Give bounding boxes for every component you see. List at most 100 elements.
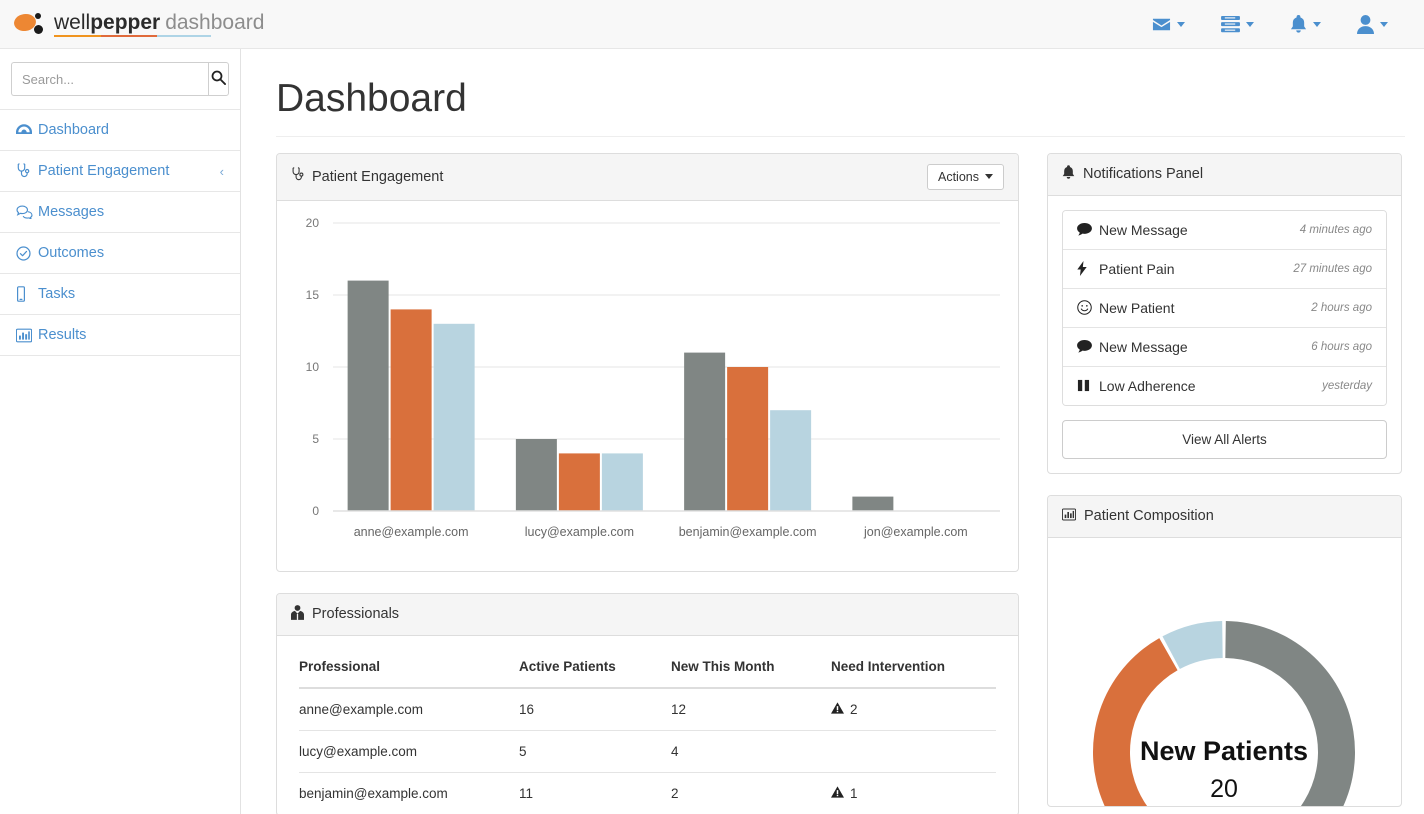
warning-icon	[831, 786, 844, 801]
column-header-active: Active Patients	[519, 645, 671, 689]
y-axis-tick-label: 5	[312, 432, 319, 446]
search-input[interactable]	[11, 62, 208, 96]
panel-header: Professionals	[277, 593, 1018, 636]
professionals-table: Professional Active Patients New This Mo…	[299, 645, 996, 814]
panel-title-text: Patient Composition	[1084, 508, 1214, 525]
warning-count: 1	[850, 785, 858, 801]
professionals-table-body: anne@example.com 16 12 2 lucy@example.com 5 4 b…	[299, 687, 996, 814]
chevron-down-icon	[1177, 21, 1185, 27]
navbar-tasks-menu[interactable]	[1203, 0, 1272, 48]
notification-row[interactable]: New Message 6 hours ago	[1063, 327, 1386, 367]
notification-row[interactable]: Low Adherence yesterday	[1063, 366, 1386, 405]
patient-composition-donut: New Patients 20	[1048, 538, 1401, 806]
donut-center-value: 20	[1210, 775, 1238, 803]
bar[interactable]	[727, 366, 769, 511]
bar[interactable]	[601, 453, 643, 511]
notification-row[interactable]: New Message 4 minutes ago	[1063, 210, 1386, 250]
cell-active-patients: 11	[519, 772, 671, 814]
notification-label: New Message	[1099, 221, 1188, 238]
warning-badge: 1	[831, 786, 858, 801]
bar[interactable]	[515, 438, 557, 511]
brand-pepper: pepper	[90, 10, 161, 34]
sidebar-item-label: Tasks	[38, 286, 76, 302]
sidebar: Dashboard Patient Engagement ‹	[0, 49, 241, 814]
sidebar-item-results[interactable]: Results	[0, 315, 240, 356]
panel-title-text: Patient Engagement	[312, 168, 444, 185]
table-row[interactable]: lucy@example.com 5 4	[299, 730, 996, 773]
bar[interactable]	[347, 280, 389, 511]
cell-need-intervention: 2	[831, 687, 996, 731]
chevron-down-icon	[1380, 21, 1388, 27]
sidebar-item-outcomes[interactable]: Outcomes	[0, 233, 240, 274]
search-button[interactable]	[208, 62, 229, 96]
notification-label: Patient Pain	[1099, 260, 1175, 277]
warning-icon	[831, 702, 844, 717]
y-axis-tick-label: 20	[306, 216, 320, 230]
column-header-new: New This Month	[671, 645, 831, 689]
panel-title: Patient Engagement	[291, 167, 443, 186]
user-icon	[1357, 14, 1374, 34]
panel-title: Notifications Panel	[1062, 165, 1203, 184]
notification-time: 27 minutes ago	[1293, 262, 1372, 275]
sidebar-item-patient-engagement[interactable]: Patient Engagement ‹	[0, 151, 240, 192]
pause-icon	[1077, 379, 1099, 392]
brand-suffix: dashboard	[165, 10, 265, 34]
actions-button-label: Actions	[938, 169, 979, 184]
check-circle-icon	[16, 245, 38, 261]
page-title: Dashboard	[276, 77, 467, 120]
notification-label: New Patient	[1099, 299, 1175, 316]
sidebar-item-label: Dashboard	[38, 122, 109, 138]
cell-new-this-month: 4	[671, 730, 831, 773]
table-header-row: Professional Active Patients New This Mo…	[299, 645, 996, 689]
y-axis-tick-label: 10	[306, 360, 320, 374]
x-axis-tick-label: anne@example.com	[354, 525, 469, 539]
notification-time: 6 hours ago	[1311, 340, 1372, 353]
bar[interactable]	[852, 496, 894, 511]
bell-icon	[1290, 14, 1307, 34]
bar[interactable]	[558, 453, 600, 511]
column-header-professional: Professional	[299, 645, 519, 689]
navbar-alerts-menu[interactable]	[1272, 0, 1339, 48]
brand-underline-accents	[54, 34, 211, 37]
sidebar-item-label: Messages	[38, 204, 105, 220]
bar[interactable]	[770, 410, 812, 511]
navbar-account-menu[interactable]	[1339, 0, 1406, 48]
table-row[interactable]: benjamin@example.com 11 2 1	[299, 772, 996, 814]
brand-logo[interactable]: wellpepper dashboard	[0, 0, 264, 48]
notification-row[interactable]: Patient Pain 27 minutes ago	[1063, 249, 1386, 289]
sidebar-item-dashboard[interactable]: Dashboard	[0, 110, 240, 151]
x-axis-tick-label: lucy@example.com	[525, 525, 634, 539]
notification-label: New Message	[1099, 338, 1188, 355]
sidebar-item-messages[interactable]: Messages	[0, 192, 240, 233]
comment-icon	[1077, 340, 1099, 353]
right-column: Notifications Panel New Message 4 minutes…	[1047, 152, 1402, 814]
notification-row[interactable]: New Patient 2 hours ago	[1063, 288, 1386, 328]
patient-engagement-panel: Patient Engagement Actions 0 5 10 15 20 anne@…	[276, 152, 1019, 572]
bar[interactable]	[433, 323, 475, 511]
x-axis-tick-label: benjamin@example.com	[679, 525, 817, 539]
dashboard-columns: Patient Engagement Actions 0 5 10 15 20 anne@…	[241, 137, 1424, 814]
table-row[interactable]: anne@example.com 16 12 2	[299, 687, 996, 731]
patient-engagement-bar-chart: 0 5 10 15 20 anne@example.com lucy@example.com…	[277, 201, 1018, 571]
notification-time: 2 hours ago	[1311, 301, 1372, 314]
sidebar-search	[0, 49, 240, 109]
donut-slice[interactable]	[1225, 620, 1355, 806]
navbar-messages-menu[interactable]	[1134, 0, 1203, 48]
cell-need-intervention: 1	[831, 772, 996, 814]
bar[interactable]	[684, 352, 726, 511]
column-header-intervention: Need Intervention	[831, 645, 996, 689]
sidebar-item-tasks[interactable]: Tasks	[0, 274, 240, 315]
view-all-alerts-button[interactable]: View All Alerts	[1062, 419, 1387, 459]
bell-icon	[1062, 165, 1075, 184]
logo-dot-large	[34, 25, 43, 34]
y-axis-tick-label: 15	[306, 288, 320, 302]
patient-composition-panel: Patient Composition New Patients 20	[1047, 494, 1402, 807]
actions-button[interactable]: Actions	[927, 163, 1004, 190]
x-axis-tick-label: jon@example.com	[863, 525, 968, 539]
chevron-down-icon	[1246, 21, 1254, 27]
cell-professional: lucy@example.com	[299, 730, 519, 773]
brand-text: wellpepper dashboard	[54, 12, 264, 37]
bar[interactable]	[390, 309, 432, 511]
sidebar-nav: Dashboard Patient Engagement ‹ Messages …	[0, 109, 240, 356]
chevron-left-icon[interactable]: ‹	[220, 164, 224, 179]
